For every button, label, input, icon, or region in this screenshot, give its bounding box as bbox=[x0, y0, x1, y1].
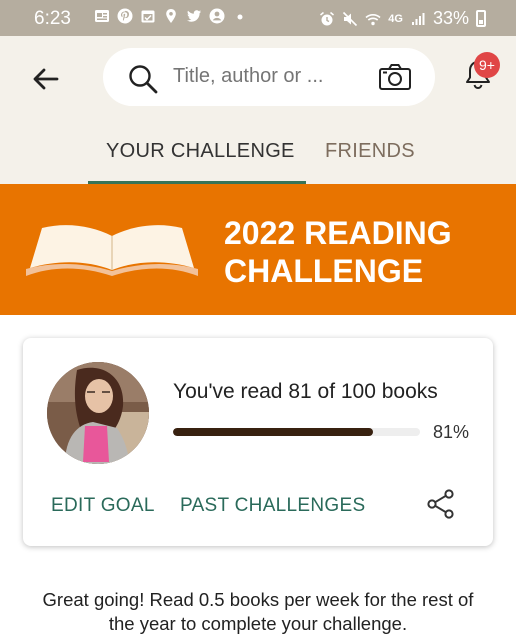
status-time: 6:23 bbox=[34, 8, 71, 29]
tab-your-challenge[interactable]: YOUR CHALLENGE bbox=[106, 140, 295, 163]
open-book-icon bbox=[26, 225, 198, 276]
search-icon[interactable] bbox=[127, 63, 159, 95]
search-input[interactable] bbox=[173, 65, 373, 88]
reading-progress-fill bbox=[173, 428, 374, 436]
reading-progress-bar bbox=[173, 428, 420, 436]
pinterest-icon bbox=[117, 8, 133, 24]
calendar-icon bbox=[141, 10, 155, 23]
avatar-photo bbox=[47, 362, 149, 464]
network-type-label: 4G bbox=[388, 12, 403, 25]
reading-challenge-banner: 2022 READING CHALLENGE bbox=[0, 184, 516, 315]
search-bar[interactable] bbox=[103, 48, 435, 106]
edit-goal-button[interactable]: EDIT GOAL bbox=[51, 495, 155, 517]
app-header: 9+ YOUR CHALLENGE FRIENDS bbox=[0, 36, 516, 184]
status-left-icons bbox=[94, 8, 248, 24]
notification-badge: 9+ bbox=[474, 52, 500, 78]
battery-percent: 33% bbox=[432, 8, 469, 28]
encouragement-line-1: Great going! Read 0.5 books per week for… bbox=[42, 589, 474, 610]
encouragement-line-2: the year to complete your challenge. bbox=[108, 613, 408, 634]
share-icon[interactable] bbox=[425, 488, 457, 520]
account-icon bbox=[209, 8, 225, 24]
past-challenges-button[interactable]: PAST CHALLENGES bbox=[180, 495, 365, 517]
encouragement-message: Great going! Read 0.5 books per week for… bbox=[0, 588, 516, 636]
progress-percent: 81% bbox=[433, 422, 470, 442]
battery-icon bbox=[476, 10, 486, 27]
status-right-icons: 4G 33% bbox=[319, 8, 486, 29]
twitter-icon bbox=[187, 10, 201, 22]
signal-icon bbox=[411, 12, 425, 25]
wifi-icon bbox=[365, 13, 381, 25]
camera-icon[interactable] bbox=[378, 62, 412, 92]
books-read-progress-text: You've read 81 of 100 books bbox=[173, 380, 438, 403]
challenge-card: You've read 81 of 100 books 81% EDIT GOA… bbox=[23, 338, 493, 546]
banner-title: 2022 READING CHALLENGE bbox=[224, 215, 452, 289]
news-icon bbox=[95, 10, 109, 22]
avatar[interactable] bbox=[47, 362, 149, 464]
alarm-icon bbox=[320, 11, 335, 25]
tab-friends[interactable]: FRIENDS bbox=[325, 140, 415, 163]
back-arrow-icon[interactable] bbox=[30, 63, 62, 95]
status-bar: 6:23 4G 33% bbox=[0, 0, 516, 36]
dot-icon bbox=[237, 14, 243, 20]
location-icon bbox=[166, 9, 176, 23]
mute-icon bbox=[343, 11, 358, 26]
